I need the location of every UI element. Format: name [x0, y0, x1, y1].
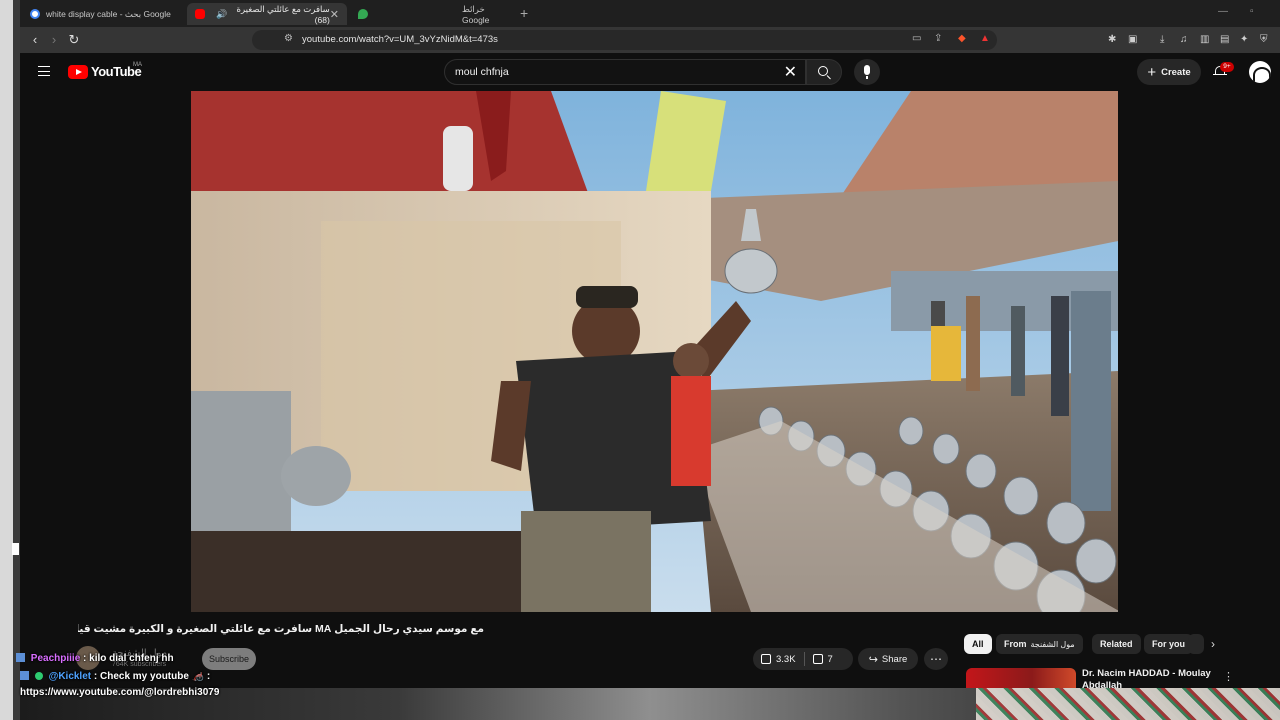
tab-title: سافرت مع عائلتي الصغيرة (68): [236, 3, 330, 25]
back-icon[interactable]: ‹: [26, 31, 44, 49]
video-player[interactable]: [191, 91, 1118, 612]
tab-youtube-video[interactable]: 🔊 سافرت مع عائلتي الصغيرة (68) ✕: [187, 3, 347, 25]
microphone-icon: [864, 65, 870, 79]
platform-icon: [20, 671, 29, 680]
dislike-count: 7: [827, 653, 833, 665]
url-text: youtube.com/watch?v=UM_3vYzNidM&t=473s: [302, 34, 498, 45]
menu-icon[interactable]: [38, 66, 50, 76]
browser-window: white display cable - بحث Google 🔊 سافرت…: [20, 0, 1280, 720]
minimize-icon[interactable]: —: [1218, 6, 1228, 17]
share-arrow-icon: ↪: [868, 653, 878, 666]
plus-icon: +: [1147, 63, 1157, 81]
brave-shield-icon[interactable]: ◆: [958, 33, 966, 44]
chevron-right-icon[interactable]: ›: [1211, 637, 1215, 651]
youtube-logo[interactable]: YouTube: [68, 64, 142, 79]
cast-icon[interactable]: ▭: [912, 33, 921, 44]
thumbs-up-icon: [761, 654, 771, 664]
reload-icon[interactable]: ↻: [65, 31, 83, 49]
chat-text: : kilo dial chfenj hh: [83, 653, 174, 664]
maximize-icon[interactable]: ▫: [1250, 6, 1254, 17]
chip-overflow[interactable]: [1188, 634, 1204, 654]
chip-label: From: [1004, 639, 1027, 649]
like-dislike-group: 3.3K 7: [753, 648, 853, 670]
forward-icon[interactable]: ›: [45, 31, 63, 49]
wallet-icon[interactable]: ▤: [1220, 34, 1229, 45]
sidebar-icon[interactable]: ▥: [1200, 34, 1209, 45]
youtube-favicon-icon: [195, 9, 205, 19]
verified-icon: [34, 672, 43, 680]
share-label: Share: [881, 653, 908, 665]
search-query: moul chfnja: [455, 66, 509, 78]
google-icon: [30, 9, 40, 19]
chip-for-you[interactable]: For you: [1144, 634, 1193, 654]
notification-badge: 9+: [1220, 62, 1234, 72]
account-avatar[interactable]: [1249, 61, 1271, 83]
search-icon: [818, 66, 828, 76]
clear-search-icon[interactable]: ✕: [784, 62, 797, 82]
youtube-masthead: YouTube MA moul chfnja ✕ + Create 9+: [20, 53, 1280, 91]
platform-icon: [16, 653, 25, 662]
site-info-icon[interactable]: ⚙: [284, 33, 293, 44]
chat-text: : Check my youtube 🦽 :: [93, 671, 211, 682]
browser-toolbar: ‹ › ↻ ⌑ ⚙ youtube.com/watch?v=UM_3vYzNid…: [20, 27, 1280, 53]
search-button[interactable]: [806, 59, 842, 85]
extensions-icon[interactable]: ✱: [1108, 34, 1116, 45]
share-button[interactable]: ↪ Share: [858, 648, 918, 670]
chat-username: Peachpiiie: [30, 653, 81, 664]
new-tab-button[interactable]: +: [520, 5, 528, 21]
brave-rewards-icon[interactable]: ▲: [980, 33, 990, 44]
vpn-icon[interactable]: ⛨: [1260, 34, 1268, 45]
create-button[interactable]: + Create: [1137, 59, 1201, 85]
chat-text: https://www.youtube.com/@lordrebhi3079: [20, 687, 220, 698]
video-frame: [191, 91, 1118, 612]
search-input[interactable]: moul chfnja ✕: [444, 59, 806, 85]
chat-message: Peachpiiie : kilo dial chfenj hh: [16, 653, 174, 664]
dislike-button[interactable]: 7: [805, 648, 841, 670]
desktop-glyph: [12, 543, 19, 555]
recommendation-menu-icon[interactable]: ⋮: [1223, 670, 1234, 683]
desktop-edge-dark: [13, 0, 20, 720]
subscribe-button[interactable]: Subscribe: [202, 648, 256, 670]
download-icon[interactable]: ⤓: [1160, 34, 1164, 45]
chat-message: @Kicklet : Check my youtube 🦽 :: [20, 671, 210, 682]
create-label: Create: [1161, 66, 1191, 78]
thumbs-down-icon: [812, 654, 823, 664]
media-icon[interactable]: ♫: [1180, 34, 1188, 45]
chip-all[interactable]: All: [964, 634, 992, 654]
chip-from-channel[interactable]: From مول الشفنجة: [996, 634, 1083, 654]
webcam-background-pattern: [976, 688, 1280, 720]
tab-search-icon[interactable]: ▣: [1128, 34, 1137, 45]
more-actions-button[interactable]: ⋯: [924, 648, 948, 670]
tab-title: خرائط Google: [462, 3, 490, 25]
speaker-icon[interactable]: 🔊: [216, 9, 227, 20]
like-count: 3.3K: [776, 653, 796, 665]
recommendation-title-line1: Dr. Nacim HADDAD - Moulay: [1082, 668, 1211, 679]
like-button[interactable]: 3.3K: [753, 648, 804, 670]
desktop-edge: [0, 0, 20, 720]
share-page-icon[interactable]: ⇪: [934, 33, 942, 44]
video-title: مع موسم سيدي رحال الجميل MA سافرت مع عائ…: [78, 623, 484, 635]
address-bar[interactable]: ⚙ youtube.com/watch?v=UM_3vYzNidM&t=473s…: [252, 30, 997, 50]
leo-ai-icon[interactable]: ✦: [1240, 34, 1248, 45]
chat-username: @Kicklet: [48, 671, 92, 682]
chip-channel-name: مول الشفنجة: [1030, 639, 1075, 649]
tab-strip: white display cable - بحث Google 🔊 سافرت…: [20, 0, 1280, 27]
maps-icon: [358, 9, 368, 19]
youtube-play-icon: [68, 64, 88, 79]
tab-google-search[interactable]: white display cable - بحث Google: [22, 3, 184, 25]
chat-message: https://www.youtube.com/@lordrebhi3079: [20, 687, 219, 698]
voice-search-button[interactable]: [854, 59, 880, 85]
tab-google-maps[interactable]: خرائط Google: [350, 3, 512, 25]
tab-title: white display cable - بحث Google: [46, 8, 171, 19]
country-code: MA: [133, 62, 142, 68]
chip-related[interactable]: Related: [1092, 634, 1141, 654]
close-tab-icon[interactable]: ✕: [330, 8, 339, 21]
